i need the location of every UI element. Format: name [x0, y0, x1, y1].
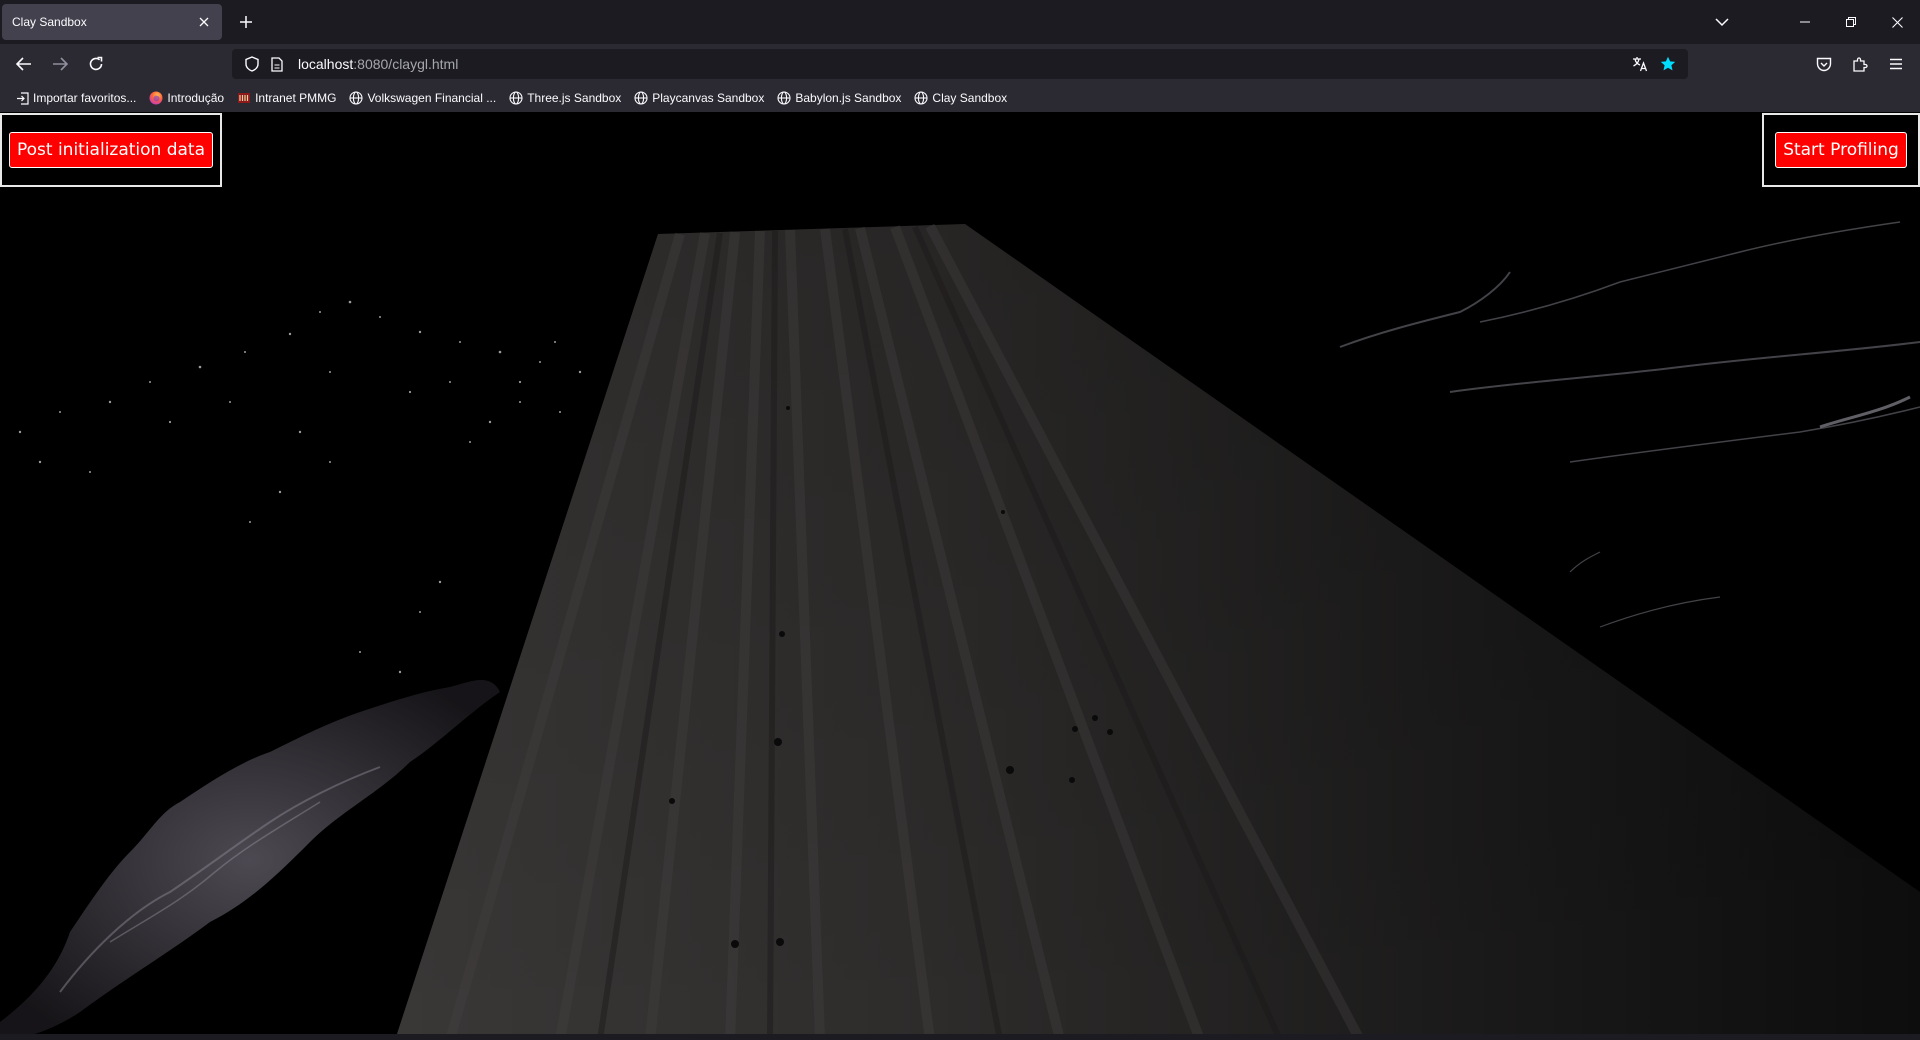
- restore-icon: [1846, 17, 1856, 27]
- forward-button[interactable]: [44, 50, 76, 78]
- url-bar[interactable]: localhost:8080/claygl.html: [232, 49, 1688, 79]
- star-icon[interactable]: [1654, 50, 1682, 78]
- reload-button[interactable]: [80, 50, 112, 78]
- browser-window: Clay Sandbox localhost:8080/claygl.html …: [0, 0, 1920, 1040]
- navigation-toolbar: localhost:8080/claygl.html: [0, 44, 1920, 84]
- bookmark-label: Intranet PMMG: [255, 91, 337, 105]
- shield-icon[interactable]: [238, 50, 266, 78]
- bookmark-clay-sandbox[interactable]: Clay Sandbox: [909, 86, 1011, 110]
- terrain-speckles-left: [18, 300, 582, 674]
- bookmark-label: Clay Sandbox: [932, 91, 1008, 105]
- pocket-icon: [1816, 57, 1832, 71]
- scene-render: [0, 221, 1920, 1040]
- webgl-canvas[interactable]: Post initialization data Start Profiling: [0, 112, 1920, 1040]
- bookmark-label: Three.js Sandbox: [527, 91, 622, 105]
- globe-icon: [348, 90, 364, 106]
- bookmark-playcanvas[interactable]: Playcanvas Sandbox: [629, 86, 768, 110]
- import-icon: [14, 90, 30, 106]
- extensions-button[interactable]: [1844, 50, 1876, 78]
- new-tab-button[interactable]: [232, 8, 260, 36]
- chevron-down-icon: [1715, 18, 1729, 27]
- firefox-icon: [148, 90, 164, 106]
- window-bottom-edge: [0, 1034, 1920, 1040]
- bookmark-label: Babylon.js Sandbox: [795, 91, 902, 105]
- bookmark-label: Playcanvas Sandbox: [652, 91, 765, 105]
- page-icon[interactable]: [266, 50, 288, 78]
- start-profiling-button[interactable]: Start Profiling: [1775, 132, 1907, 168]
- bookmark-intranet-pmmg[interactable]: Intranet PMMG: [232, 86, 340, 110]
- puzzle-icon: [1853, 57, 1868, 72]
- bookmark-threejs[interactable]: Three.js Sandbox: [504, 86, 625, 110]
- translate-icon[interactable]: [1626, 50, 1654, 78]
- arrow-right-icon: [53, 57, 68, 71]
- bookmark-babylonjs[interactable]: Babylon.js Sandbox: [772, 86, 905, 110]
- hamburger-icon: [1890, 58, 1902, 70]
- close-icon: [1891, 16, 1903, 28]
- post-data-panel: Post initialization data: [0, 113, 222, 187]
- road-surface: [395, 223, 1920, 1040]
- bookmark-volkswagen[interactable]: Volkswagen Financial ...: [344, 86, 500, 110]
- back-button[interactable]: [8, 50, 40, 78]
- bookmark-introducao[interactable]: Introdução: [144, 86, 228, 110]
- url-host: localhost: [298, 56, 354, 72]
- url-text[interactable]: localhost:8080/claygl.html: [298, 56, 1626, 72]
- globe-icon: [913, 90, 929, 106]
- bookmark-import[interactable]: Importar favoritos...: [10, 86, 140, 110]
- window-close-button[interactable]: [1874, 0, 1920, 44]
- minimize-button[interactable]: [1782, 0, 1828, 44]
- arrow-left-icon: [16, 57, 31, 71]
- globe-icon: [508, 90, 524, 106]
- app-menu-button[interactable]: [1880, 50, 1912, 78]
- tab-clay-sandbox[interactable]: Clay Sandbox: [2, 4, 222, 40]
- bookmarks-toolbar: Importar favoritos... Introdução Intrane…: [0, 84, 1920, 112]
- post-initialization-data-button[interactable]: Post initialization data: [8, 132, 214, 168]
- bookmark-label: Importar favoritos...: [33, 91, 137, 105]
- globe-icon: [633, 90, 649, 106]
- globe-icon: [776, 90, 792, 106]
- profiling-panel: Start Profiling: [1762, 113, 1920, 187]
- minimize-icon: [1800, 21, 1810, 23]
- url-path: :8080/claygl.html: [353, 56, 459, 72]
- close-icon[interactable]: [196, 14, 212, 30]
- pmmg-icon: [236, 90, 252, 106]
- pocket-button[interactable]: [1808, 50, 1840, 78]
- bookmark-label: Introdução: [167, 91, 225, 105]
- tab-title: Clay Sandbox: [12, 15, 87, 29]
- plus-icon: [240, 16, 252, 28]
- restore-button[interactable]: [1828, 0, 1874, 44]
- bookmark-label: Volkswagen Financial ...: [367, 91, 497, 105]
- reload-icon: [89, 56, 103, 71]
- list-all-tabs-button[interactable]: [1708, 8, 1736, 36]
- tab-strip: Clay Sandbox: [0, 0, 1920, 44]
